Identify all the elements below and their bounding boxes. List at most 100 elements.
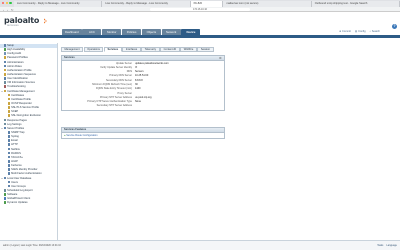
commit-label: Commit [341,30,351,33]
tree-node-icon [7,147,11,151]
language-button[interactable]: Language [386,244,397,247]
services-features-panel: Services Features ● Service Route Config… [61,127,225,139]
tree-node-icon [7,180,11,184]
service-route-configuration-link[interactable]: ● Service Route Configuration [62,133,224,138]
sidebar-item-label: Response Pages [7,118,27,122]
setup-subtabs: Management Operations Services Interfaces Te… [61,47,214,52]
tree-node-icon [3,48,7,51]
sidebar-item-label: Local User Database [7,176,32,180]
window-controls [2,2,12,5]
tree-node-icon [3,89,7,93]
header-accent-bar [0,35,400,38]
tree-node-icon [7,93,11,97]
subtab[interactable]: Management [61,47,84,52]
config-label: Config [358,30,366,33]
tree-node-icon [3,126,7,130]
sidebar-item-label: Multi Factor Authentication [11,172,42,176]
footer-actions: Tasks Language [377,244,397,247]
sidebar-item-label: Authentication Sequence [7,73,36,77]
sidebar-item-label: SCEP [11,110,19,114]
tree-node-icon [3,122,7,126]
reload-icon[interactable]: ↻ [11,8,14,12]
subtab[interactable]: Telemetry [141,47,160,52]
services-panel: Services ⚙ Update Server updates.paloalto… [61,55,225,112]
sidebar-item-label: OCSP Responder [11,102,32,106]
device-sidebar-tree: Setup High Availability Config Audit Passwo… [0,43,58,240]
sidebar-item-label: SSL Decryption Exclusion [11,114,41,118]
footer-login-info: admin | Logout | Last Login Time: 09/16/… [3,243,61,247]
subtab[interactable]: Operations [83,47,104,52]
tree-node-icon [7,106,11,109]
paloalto-logo: paloalto [4,16,48,25]
sidebar-item-label: User Identification [7,77,28,81]
sidebar-item-label: Certificate Profile [11,98,31,102]
sidebar-item-label: Netflow [11,147,20,151]
sidebar-item-label: Password Profiles [7,56,28,60]
services-rows: Update Server updates.paloaltonetworks.co… [62,61,224,111]
sidebar-item-label: RADIUS [11,151,21,155]
tree-node-icon [3,77,7,80]
sidebar-item-label: Setup [7,44,14,48]
gear-icon[interactable]: ⚙ [219,56,222,60]
sidebar-item[interactable]: Dynamic Updates [0,201,57,205]
subtab[interactable]: Interfaces [122,47,141,52]
status-footer: admin | Logout | Last Login Time: 09/16/… [0,240,400,250]
sidebar-item-label: VM Information Sources [7,81,35,85]
sidebar-item-label: Administrators [7,60,24,64]
services-row: Secondary NTP Server Address [62,104,224,108]
tree-node-icon [3,197,7,200]
url-field[interactable]: 172.16.10.10 [150,7,250,12]
setting-value [134,104,224,108]
tree-node-icon [7,135,11,138]
search-label: Search [371,30,380,33]
sidebar-item-label: Server Profiles [7,127,25,131]
setting-label: Secondary NTP Server Address [96,104,132,108]
subtab[interactable]: Content-ID [160,47,180,52]
tasks-button[interactable]: Tasks [377,244,383,247]
browser-tab-strip: Live Community - Reply to Message - Live… [0,0,400,7]
sidebar-item-label: SAML Identity Provider [11,168,38,172]
sidebar-item-label: User Groups [11,184,26,188]
sidebar-item-label: HTTP [11,143,18,147]
help-icon[interactable]: ? [392,24,397,29]
minimize-window-icon[interactable] [5,2,8,5]
sidebar-item-label: Users [11,180,18,184]
main-content: Management Operations Services Interfaces Te… [58,43,400,240]
tree-node-icon [3,85,7,88]
tree-node-icon [7,114,11,117]
sidebar-item-label: SSL/TLS Service Profile [11,106,39,110]
subtab[interactable]: Services [104,47,122,52]
tree-node-icon [7,184,11,188]
tree-node-icon [7,164,11,167]
tree-node-icon [7,155,11,159]
sidebar-item-label: Certificate Management [7,89,35,93]
tree-node-icon [7,97,11,101]
tree-node-icon [3,56,7,60]
sidebar-item-label: Troubleshooting [7,85,26,89]
tree-node-icon [3,68,7,72]
tree-node-icon [3,60,7,64]
sidebar-item-label: SNMP Trap [11,131,25,135]
app-header: paloalto NETWORKS Dashboard ACC Monitor … [0,12,400,43]
subtab[interactable]: Session [197,47,214,52]
tree-node-icon [3,176,7,180]
tree-node-icon [7,172,11,175]
back-icon[interactable]: ‹ [3,8,4,12]
tree-node-icon [3,188,7,192]
tree-node-icon [3,201,7,204]
logo-text: paloalto [4,16,40,25]
tree-node-icon [7,110,11,113]
sidebar-item-label: Kerberos [11,164,22,168]
tree-node-icon [3,193,7,196]
maximize-window-icon[interactable] [9,2,12,5]
subtab[interactable]: WildFire [180,47,197,52]
sidebar-item-label: Software [7,193,18,197]
tree-node-icon [3,72,7,76]
forward-icon[interactable]: › [7,8,8,12]
tree-node-icon [3,44,7,47]
logo-subtitle: NETWORKS [7,25,19,27]
close-window-icon[interactable] [2,2,5,5]
sidebar-item-label: GlobalProtect Client [7,197,31,201]
tree-node-icon [7,151,11,155]
sidebar-item-label: TACACS+ [11,156,23,159]
